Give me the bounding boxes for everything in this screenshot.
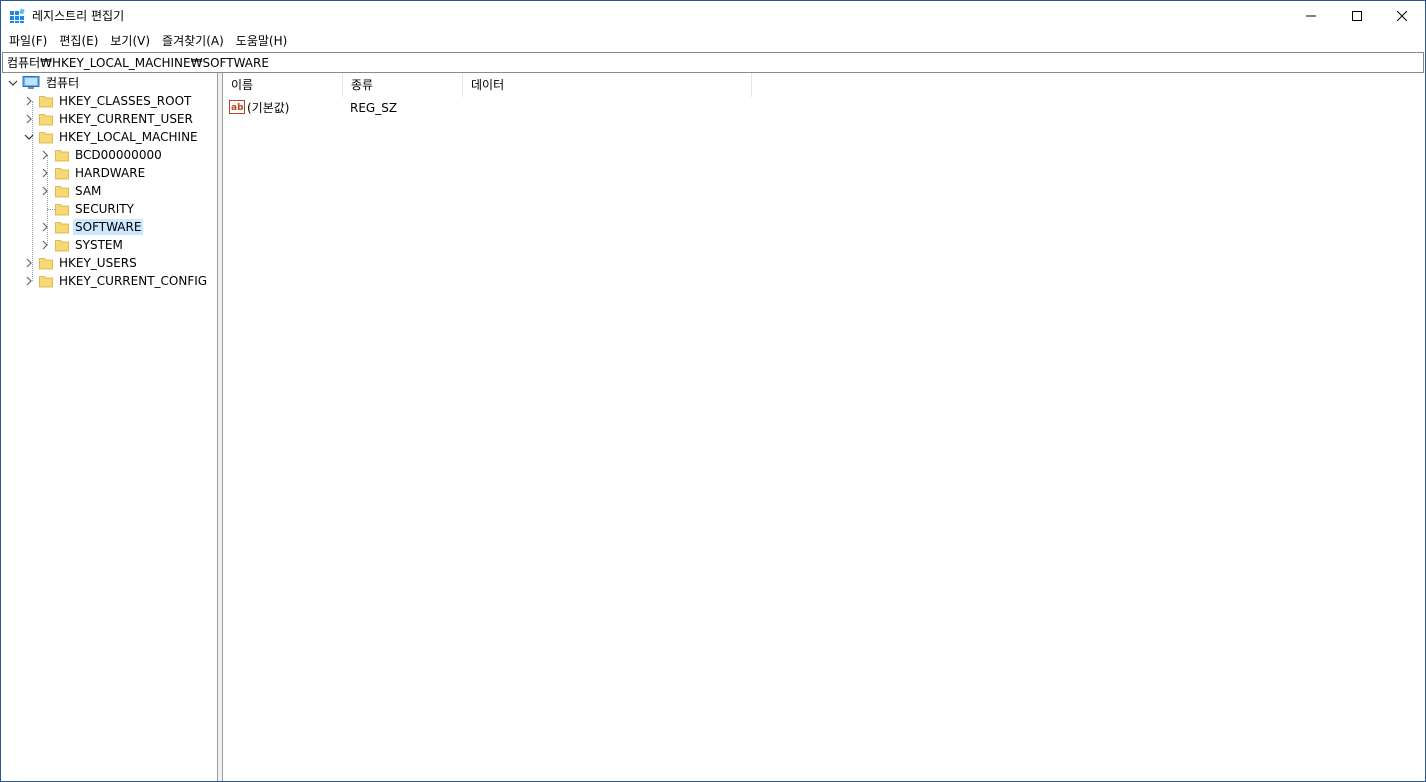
tree-item-sam[interactable]: SAM bbox=[39, 182, 103, 200]
tree-label: HKEY_CURRENT_CONFIG bbox=[59, 274, 208, 288]
chevron-right-icon[interactable] bbox=[23, 113, 35, 125]
folder-icon bbox=[39, 114, 53, 126]
folder-icon bbox=[55, 222, 69, 234]
tree-item-security[interactable]: SECURITY bbox=[39, 200, 136, 218]
folder-icon bbox=[39, 276, 53, 288]
chevron-right-icon[interactable] bbox=[23, 257, 35, 269]
close-icon bbox=[1397, 11, 1407, 21]
tree-label: SECURITY bbox=[75, 202, 134, 216]
computer-icon bbox=[22, 76, 40, 89]
tree-item-system[interactable]: SYSTEM bbox=[39, 236, 125, 254]
tree-label: HKEY_CLASSES_ROOT bbox=[59, 94, 192, 108]
tree-item-hardware[interactable]: HARDWARE bbox=[39, 164, 147, 182]
menu-view[interactable]: 보기(V) bbox=[104, 31, 156, 51]
menu-file[interactable]: 파일(F) bbox=[3, 31, 53, 51]
folder-icon bbox=[55, 150, 69, 162]
tree-label: HKEY_USERS bbox=[59, 256, 137, 270]
column-header-type[interactable]: 종류 bbox=[343, 73, 463, 97]
tree-item-software[interactable]: SOFTWARE bbox=[39, 218, 144, 236]
window-title: 레지스트리 편집기 bbox=[32, 9, 125, 23]
menu-help[interactable]: 도움말(H) bbox=[230, 31, 294, 51]
menu-favorites[interactable]: 즐겨찾기(A) bbox=[156, 31, 230, 51]
tree-label: HKEY_LOCAL_MACHINE bbox=[59, 130, 198, 144]
address-path[interactable]: 컴퓨터₩HKEY_LOCAL_MACHINE₩SOFTWARE bbox=[7, 55, 269, 71]
folder-icon bbox=[39, 96, 53, 108]
value-type: REG_SZ bbox=[350, 101, 398, 115]
tree-item-hkey-current-config[interactable]: HKEY_CURRENT_CONFIG bbox=[23, 272, 209, 290]
menu-bar: 파일(F) 편집(E) 보기(V) 즐겨찾기(A) 도움말(H) bbox=[1, 31, 1425, 51]
chevron-right-icon[interactable] bbox=[39, 185, 51, 197]
tree-label-computer: 컴퓨터 bbox=[46, 76, 80, 90]
tree-item-hkey-users[interactable]: HKEY_USERS bbox=[23, 254, 139, 272]
chevron-right-icon[interactable] bbox=[39, 149, 51, 161]
tree-item-bcd[interactable]: BCD00000000 bbox=[39, 146, 164, 164]
folder-icon bbox=[55, 204, 69, 216]
chevron-right-icon[interactable] bbox=[23, 275, 35, 287]
tree-label: HKEY_CURRENT_USER bbox=[59, 112, 193, 126]
minimize-button[interactable] bbox=[1288, 1, 1334, 31]
registry-editor-window: 레지스트리 편집기 파일(F) 편집(E) 보기(V) 즐겨찾기(A) 도움말(… bbox=[0, 0, 1426, 782]
tree-item-computer[interactable]: 컴퓨터 bbox=[7, 74, 81, 92]
tree-label: BCD00000000 bbox=[75, 148, 162, 162]
title-bar[interactable]: 레지스트리 편집기 bbox=[1, 1, 1425, 31]
minimize-icon bbox=[1306, 15, 1316, 17]
address-bar[interactable]: 컴퓨터₩HKEY_LOCAL_MACHINE₩SOFTWARE bbox=[2, 52, 1424, 73]
chevron-right-icon[interactable] bbox=[23, 95, 35, 107]
svg-text:ab: ab bbox=[231, 103, 244, 113]
key-tree-pane[interactable]: 컴퓨터 HKEY_CLASSES_ROOT HKEY_CURRENT_USER … bbox=[2, 73, 218, 781]
maximize-button[interactable] bbox=[1334, 1, 1380, 31]
tree-label: HARDWARE bbox=[75, 166, 146, 180]
column-header-data[interactable]: 데이터 bbox=[463, 73, 752, 97]
chevron-right-icon[interactable] bbox=[39, 239, 51, 251]
chevron-down-icon[interactable] bbox=[7, 77, 19, 89]
menu-edit[interactable]: 편집(E) bbox=[53, 31, 104, 51]
chevron-right-icon[interactable] bbox=[39, 167, 51, 179]
chevron-right-icon[interactable] bbox=[39, 221, 51, 233]
tree-label-selected: SOFTWARE bbox=[73, 219, 144, 235]
folder-icon bbox=[55, 168, 69, 180]
value-name[interactable]: (기본값) bbox=[247, 99, 289, 117]
close-button[interactable] bbox=[1379, 1, 1425, 31]
string-value-icon: ab bbox=[229, 100, 245, 114]
registry-editor-app-icon bbox=[10, 8, 25, 23]
column-header-name[interactable]: 이름 bbox=[223, 73, 343, 97]
tree-label: SYSTEM bbox=[75, 238, 123, 252]
tree-item-hkey-classes-root[interactable]: HKEY_CLASSES_ROOT bbox=[23, 92, 193, 110]
tree-label: SAM bbox=[75, 184, 102, 198]
values-list-pane[interactable]: 이름 종류 데이터 ab (기본값) REG_SZ bbox=[222, 73, 1425, 781]
chevron-down-icon[interactable] bbox=[23, 131, 35, 143]
folder-icon bbox=[39, 132, 53, 144]
folder-icon bbox=[39, 258, 53, 270]
tree-item-hkey-current-user[interactable]: HKEY_CURRENT_USER bbox=[23, 110, 195, 128]
folder-icon bbox=[55, 186, 69, 198]
maximize-icon bbox=[1352, 11, 1362, 21]
folder-icon bbox=[55, 240, 69, 252]
tree-item-hkey-local-machine[interactable]: HKEY_LOCAL_MACHINE bbox=[23, 128, 200, 146]
